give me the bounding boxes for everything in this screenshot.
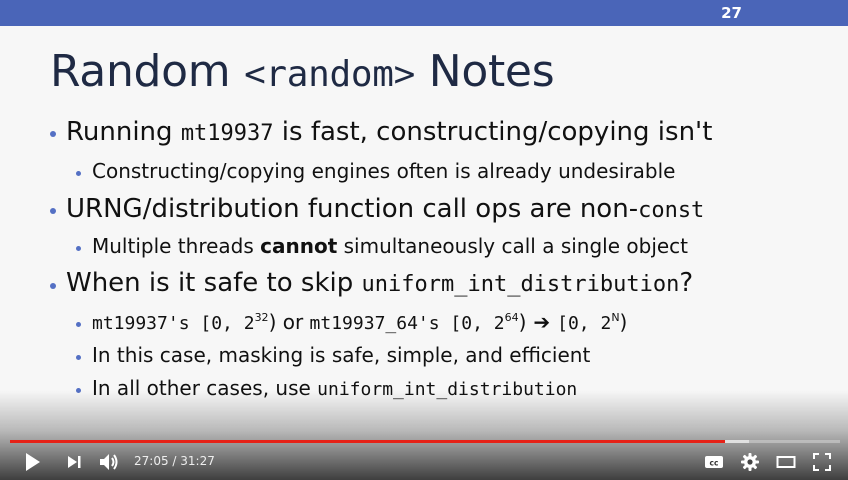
title-code: <random> <box>244 54 416 95</box>
bullet-1-code: mt19937 <box>180 121 274 146</box>
slide-number: 27 <box>721 4 742 22</box>
exponent-32: 32 <box>254 311 269 324</box>
bullet-3: When is it safe to skip uniform_int_dist… <box>66 268 693 298</box>
range-or-text: ) or <box>268 310 310 334</box>
bullet-2-sub-text-end: simultaneously call a single object <box>337 234 689 258</box>
progress-bar[interactable] <box>10 440 840 443</box>
slide-header-bar: 27 <box>0 0 848 26</box>
theater-mode-icon <box>776 456 796 468</box>
exponent-n: N <box>611 311 620 324</box>
bullet-dot <box>76 246 81 251</box>
bullet-3-text: When is it safe to skip <box>66 268 362 298</box>
bullet-dot <box>50 131 56 137</box>
bullet-2-code: const <box>638 198 705 223</box>
settings-button[interactable] <box>738 450 762 474</box>
next-icon <box>68 456 81 468</box>
bullet-3-sub-2: In this case, masking is safe, simple, a… <box>92 343 591 367</box>
theater-mode-button[interactable] <box>774 450 798 474</box>
range-32-code: mt19937's [0, 2 <box>92 313 255 334</box>
fullscreen-button[interactable] <box>810 450 834 474</box>
progress-played <box>10 440 725 443</box>
bullet-2-sub-bold: cannot <box>260 234 338 258</box>
bullet-dot <box>76 355 81 360</box>
bullet-3-sub-1: mt19937's [0, 232) or mt19937_64's [0, 2… <box>92 310 627 334</box>
play-button[interactable] <box>20 450 46 474</box>
fullscreen-icon <box>813 453 831 471</box>
bullet-1-text: Running <box>66 117 181 147</box>
volume-button[interactable] <box>96 450 122 474</box>
exponent-64: 64 <box>504 311 519 324</box>
volume-icon <box>100 454 118 470</box>
bullet-2-sub-1: Multiple threads cannot simultaneously c… <box>92 234 688 258</box>
bullet-2-sub-text: Multiple threads <box>92 234 261 258</box>
time-display: 27:05 / 31:27 <box>134 454 215 468</box>
settings-icon <box>741 453 759 471</box>
bullet-1-sub-1: Constructing/copying engines often is al… <box>92 159 676 183</box>
bullet-3-code: uniform_int_distribution <box>361 272 680 297</box>
title-text-post: Notes <box>415 46 555 97</box>
bullet-2-text: URNG/distribution function call ops are … <box>66 194 639 224</box>
range-n-close: ) <box>619 310 628 334</box>
bullet-2: URNG/distribution function call ops are … <box>66 194 704 224</box>
svg-text:cc: cc <box>710 459 719 468</box>
bullet-dot <box>76 322 81 327</box>
bullet-3-text-end: ? <box>679 268 694 298</box>
next-button[interactable] <box>62 450 86 474</box>
bullet-1-text-end: is fast, constructing/copying isn't <box>273 117 713 147</box>
arrow-icon: ➔ <box>526 310 558 334</box>
bullet-dot <box>50 208 56 214</box>
range-n-code: [0, 2 <box>557 313 612 334</box>
range-64-code: mt19937_64's [0, 2 <box>309 313 505 334</box>
bullet-dot <box>76 171 81 176</box>
captions-button[interactable]: cc <box>702 450 726 474</box>
slide-title: Random <random> Notes <box>50 46 555 97</box>
play-icon <box>26 453 40 471</box>
bullet-dot <box>50 283 56 289</box>
captions-icon: cc <box>705 456 723 468</box>
bullet-1: Running mt19937 is fast, constructing/co… <box>66 117 712 147</box>
title-text-pre: Random <box>50 46 245 97</box>
